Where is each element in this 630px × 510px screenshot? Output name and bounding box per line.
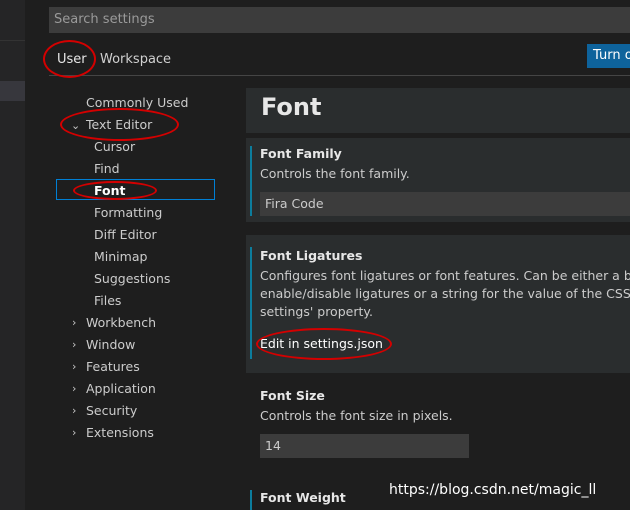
chevron-down-icon[interactable]: ⌄ xyxy=(71,119,80,132)
toc-item-features[interactable]: Features xyxy=(86,359,140,374)
tab-workspace[interactable]: Workspace xyxy=(100,52,171,67)
toc-item-find[interactable]: Find xyxy=(94,161,120,176)
setting-description: Controls the font size in pixels. xyxy=(260,408,453,423)
activity-bar-divider xyxy=(0,40,25,41)
turn-on-sync-button[interactable]: Turn o xyxy=(587,44,630,68)
edit-in-settings-json-link[interactable]: Edit in settings.json xyxy=(260,336,383,351)
toc-item-workbench[interactable]: Workbench xyxy=(86,315,156,330)
chevron-right-icon[interactable]: › xyxy=(72,426,76,439)
setting-description: Controls the font family. xyxy=(260,166,410,181)
toc-item-application[interactable]: Application xyxy=(86,381,156,396)
toc-item-commonly-used[interactable]: Commonly Used xyxy=(86,95,188,110)
setting-description-line: enable/disable ligatures or a string for… xyxy=(260,286,630,301)
chevron-right-icon[interactable]: › xyxy=(72,382,76,395)
activity-bar xyxy=(0,0,25,510)
activity-bar-selected-item[interactable] xyxy=(0,81,25,101)
toc-item-cursor[interactable]: Cursor xyxy=(94,139,135,154)
modified-indicator xyxy=(250,490,252,510)
toc-item-diff-editor[interactable]: Diff Editor xyxy=(94,227,157,242)
watermark-text: https://blog.csdn.net/magic_ll xyxy=(389,482,597,498)
tabs-divider xyxy=(49,75,630,76)
setting-description-line: Configures font ligatures or font featur… xyxy=(260,268,630,283)
toc-item-window[interactable]: Window xyxy=(86,337,135,352)
toc-item-text-editor[interactable]: Text Editor xyxy=(86,117,152,132)
search-input[interactable]: Search settings xyxy=(49,7,630,33)
setting-title: Font Size xyxy=(260,388,325,403)
toc-item-font[interactable]: Font xyxy=(94,183,126,198)
toc-selection-outline xyxy=(56,179,215,200)
setting-title: Font Ligatures xyxy=(260,248,363,263)
font-family-input[interactable]: Fira Code xyxy=(260,192,630,216)
setting-title: Font Family xyxy=(260,146,342,161)
setting-description-line: settings' property. xyxy=(260,304,373,319)
font-size-input[interactable]: 14 xyxy=(260,434,469,458)
chevron-right-icon[interactable]: › xyxy=(72,360,76,373)
toc-item-extensions[interactable]: Extensions xyxy=(86,425,154,440)
toc-item-suggestions[interactable]: Suggestions xyxy=(94,271,170,286)
toc-item-formatting[interactable]: Formatting xyxy=(94,205,162,220)
modified-indicator xyxy=(250,247,252,359)
tab-user[interactable]: User xyxy=(57,52,87,67)
toc-item-minimap[interactable]: Minimap xyxy=(94,249,147,264)
toc-item-files[interactable]: Files xyxy=(94,293,121,308)
setting-title: Font Weight xyxy=(260,490,346,505)
chevron-right-icon[interactable]: › xyxy=(72,316,76,329)
section-title: Font xyxy=(261,93,322,121)
chevron-right-icon[interactable]: › xyxy=(72,338,76,351)
toc-item-security[interactable]: Security xyxy=(86,403,137,418)
settings-editor: Search settings User Workspace Turn o Co… xyxy=(25,0,630,510)
chevron-right-icon[interactable]: › xyxy=(72,404,76,417)
modified-indicator xyxy=(250,146,252,216)
